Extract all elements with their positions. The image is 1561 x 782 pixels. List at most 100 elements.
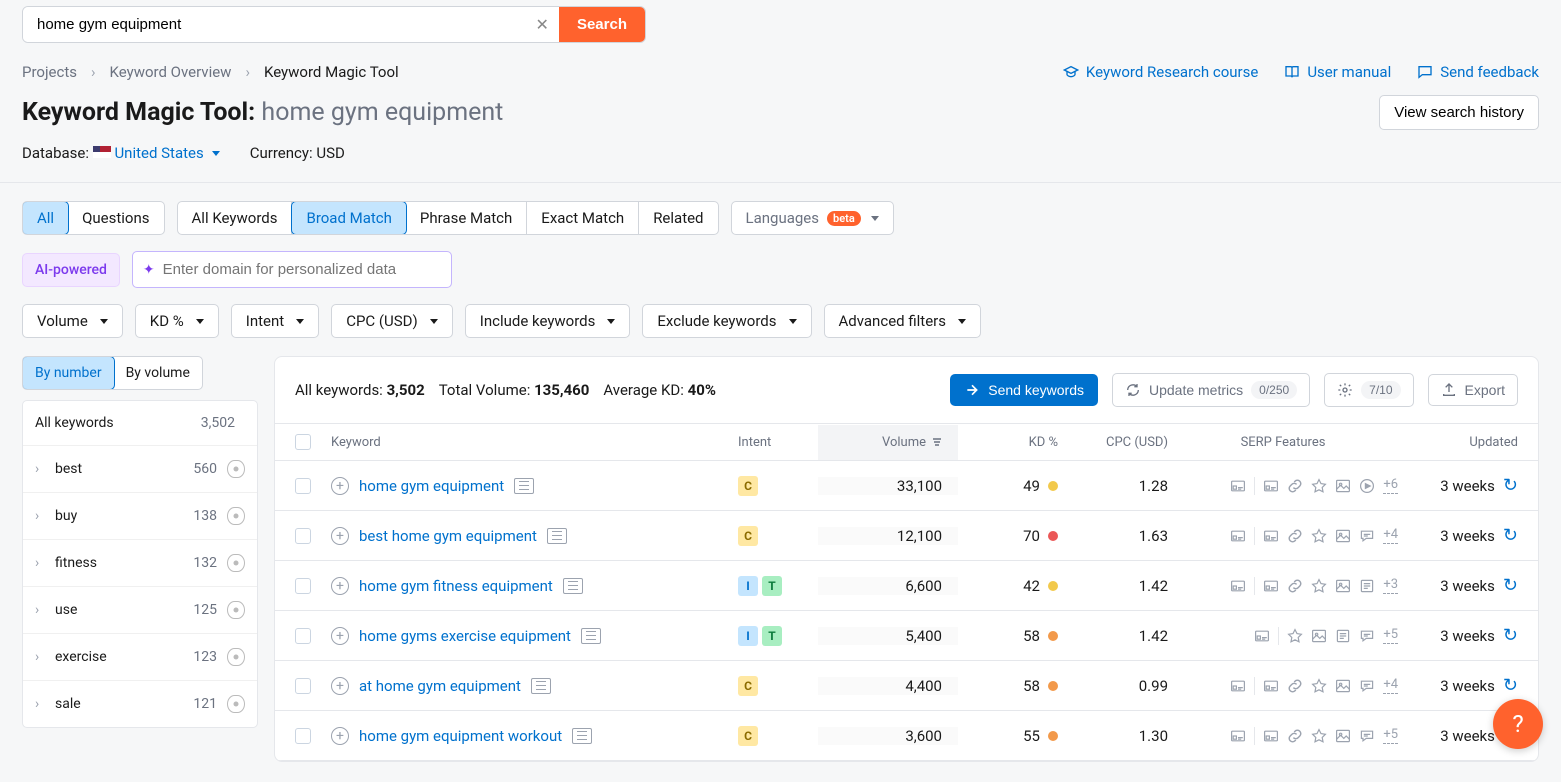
serp-preview-button[interactable] xyxy=(563,578,583,594)
view-history-button[interactable]: View search history xyxy=(1379,95,1539,130)
course-link[interactable]: Keyword Research course xyxy=(1063,63,1258,81)
export-button[interactable]: Export xyxy=(1428,374,1518,406)
serp-more[interactable]: +4 xyxy=(1383,677,1398,694)
keyword-link[interactable]: at home gym equipment xyxy=(359,677,521,695)
add-keyword-button[interactable]: + xyxy=(331,677,349,695)
filter-cpc[interactable]: CPC (USD) xyxy=(331,304,453,338)
eye-icon[interactable] xyxy=(227,695,245,713)
tab-all[interactable]: All xyxy=(22,201,69,235)
serp-more[interactable]: +6 xyxy=(1383,477,1398,494)
col-volume[interactable]: Volume xyxy=(818,425,958,460)
tab-questions[interactable]: Questions xyxy=(68,202,163,234)
serp-more[interactable]: +5 xyxy=(1383,627,1398,644)
add-keyword-button[interactable]: + xyxy=(331,627,349,645)
add-keyword-button[interactable]: + xyxy=(331,727,349,745)
add-keyword-button[interactable]: + xyxy=(331,527,349,545)
add-keyword-button[interactable]: + xyxy=(331,577,349,595)
tab-phrase-match[interactable]: Phrase Match xyxy=(406,202,527,234)
refresh-row-button[interactable]: ↻ xyxy=(1503,675,1518,696)
sidebar-group-item[interactable]: ›best560 xyxy=(23,446,257,493)
serp-more[interactable]: +3 xyxy=(1383,577,1398,594)
image-icon xyxy=(1335,728,1351,744)
col-keyword[interactable]: Keyword xyxy=(331,435,738,450)
search-input[interactable] xyxy=(23,7,526,42)
refresh-row-button[interactable]: ↻ xyxy=(1503,475,1518,496)
feedback-link[interactable]: Send feedback xyxy=(1417,63,1539,81)
eye-icon[interactable] xyxy=(227,554,245,572)
serp-preview-button[interactable] xyxy=(581,628,601,644)
ads-icon xyxy=(1230,528,1246,544)
filter-intent[interactable]: Intent xyxy=(231,304,319,338)
refresh-row-button[interactable]: ↻ xyxy=(1503,525,1518,546)
filter-kd[interactable]: KD % xyxy=(135,304,219,338)
keyword-link[interactable]: best home gym equipment xyxy=(359,527,537,545)
serp-more[interactable]: +4 xyxy=(1383,527,1398,544)
intent-badge-c: C xyxy=(738,476,758,496)
clear-search-button[interactable]: ✕ xyxy=(526,7,559,42)
sidebar-group-item[interactable]: ›fitness132 xyxy=(23,540,257,587)
breadcrumb-overview[interactable]: Keyword Overview xyxy=(110,63,232,81)
breadcrumb: Projects › Keyword Overview › Keyword Ma… xyxy=(22,63,399,81)
kd-value: 70 xyxy=(1023,527,1040,545)
filter-advanced[interactable]: Advanced filters xyxy=(824,304,981,338)
serp-preview-button[interactable] xyxy=(531,678,551,694)
select-all-checkbox[interactable] xyxy=(295,434,311,450)
sidebar-group-item[interactable]: ›use125 xyxy=(23,587,257,634)
sidebar-group-item[interactable]: ›exercise123 xyxy=(23,634,257,681)
eye-icon[interactable] xyxy=(227,648,245,666)
refresh-row-button[interactable]: ↻ xyxy=(1503,625,1518,646)
add-keyword-button[interactable]: + xyxy=(331,477,349,495)
serp-more[interactable]: +5 xyxy=(1383,727,1398,744)
tab-broad-match[interactable]: Broad Match xyxy=(291,201,406,235)
keyword-link[interactable]: home gym equipment workout xyxy=(359,727,562,745)
refresh-row-button[interactable]: ↻ xyxy=(1503,575,1518,596)
database-select[interactable]: United States xyxy=(114,144,219,162)
help-button[interactable]: ? xyxy=(1493,699,1543,749)
row-checkbox[interactable] xyxy=(295,728,311,744)
tab-related[interactable]: Related xyxy=(639,202,717,234)
sidebar-group-item[interactable]: ›sale121 xyxy=(23,681,257,727)
col-kd[interactable]: KD % xyxy=(958,435,1058,450)
send-keywords-button[interactable]: Send keywords xyxy=(950,374,1098,406)
tab-by-number[interactable]: By number xyxy=(22,356,115,390)
keyword-link[interactable]: home gym fitness equipment xyxy=(359,577,553,595)
tab-exact-match[interactable]: Exact Match xyxy=(527,202,639,234)
row-checkbox[interactable] xyxy=(295,628,311,644)
tab-by-volume[interactable]: By volume xyxy=(114,357,202,389)
chevron-down-icon xyxy=(958,319,966,324)
col-cpc[interactable]: CPC (USD) xyxy=(1058,435,1168,450)
col-updated[interactable]: Updated xyxy=(1398,435,1518,450)
settings-button[interactable]: 7/10 xyxy=(1324,373,1413,407)
col-serp[interactable]: SERP Features xyxy=(1168,435,1398,450)
currency-label: Currency: xyxy=(250,144,313,162)
cpc-value: 1.30 xyxy=(1058,727,1168,745)
row-checkbox[interactable] xyxy=(295,478,311,494)
row-checkbox[interactable] xyxy=(295,678,311,694)
filter-include[interactable]: Include keywords xyxy=(465,304,631,338)
tab-all-keywords[interactable]: All Keywords xyxy=(178,202,293,234)
row-checkbox[interactable] xyxy=(295,578,311,594)
update-metrics-button[interactable]: Update metrics0/250 xyxy=(1112,373,1310,407)
eye-icon[interactable] xyxy=(227,460,245,478)
eye-icon[interactable] xyxy=(227,507,245,525)
kd-value: 42 xyxy=(1023,577,1040,595)
star-icon xyxy=(1311,578,1327,594)
filter-volume[interactable]: Volume xyxy=(22,304,123,338)
search-button[interactable]: Search xyxy=(559,7,645,42)
serp-preview-button[interactable] xyxy=(514,478,534,494)
serp-preview-button[interactable] xyxy=(572,728,592,744)
table-row: +home gym equipmentC33,100491.28+63 week… xyxy=(275,461,1538,511)
breadcrumb-projects[interactable]: Projects xyxy=(22,63,77,81)
sidebar-all-keywords[interactable]: All keywords 3,502 xyxy=(23,401,257,446)
serp-preview-button[interactable] xyxy=(547,528,567,544)
keyword-link[interactable]: home gym equipment xyxy=(359,477,504,495)
filter-exclude[interactable]: Exclude keywords xyxy=(642,304,811,338)
keyword-link[interactable]: home gyms exercise equipment xyxy=(359,627,571,645)
col-intent[interactable]: Intent xyxy=(738,435,818,450)
languages-button[interactable]: Languages beta xyxy=(731,201,894,235)
domain-input[interactable] xyxy=(163,252,441,287)
row-checkbox[interactable] xyxy=(295,528,311,544)
eye-icon[interactable] xyxy=(227,601,245,619)
sidebar-group-item[interactable]: ›buy138 xyxy=(23,493,257,540)
manual-link[interactable]: User manual xyxy=(1284,63,1391,81)
